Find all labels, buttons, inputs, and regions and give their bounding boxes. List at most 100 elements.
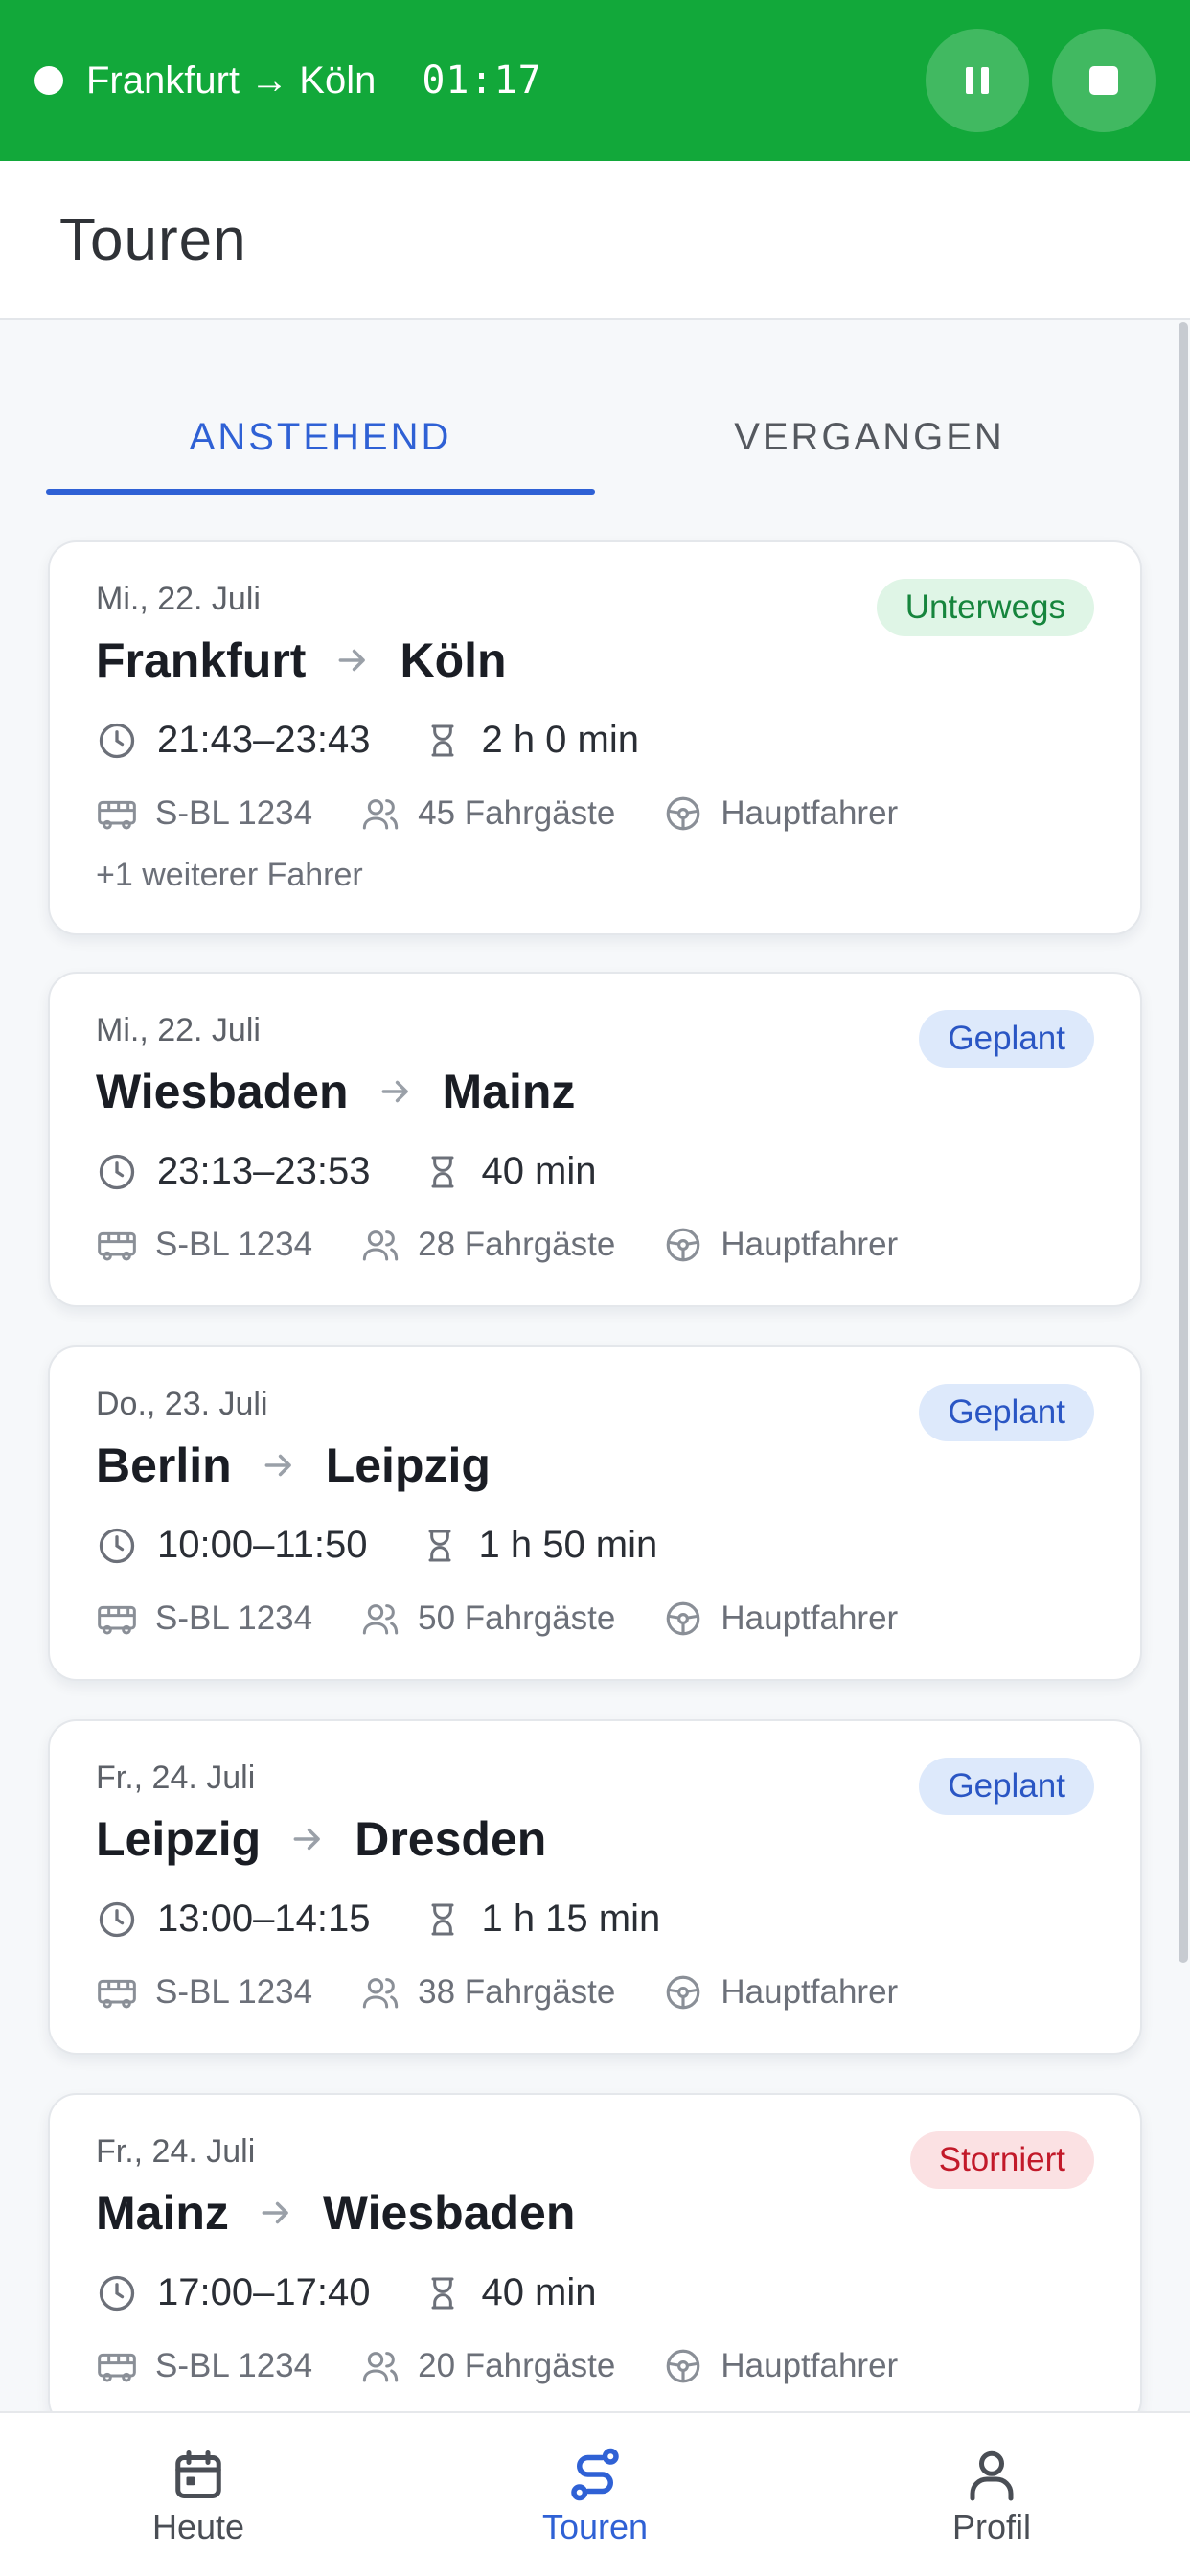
tour-time: 13:00–14:15 (157, 1898, 371, 1940)
hourglass-icon (423, 720, 462, 762)
tour-time-row: 13:00–14:15 1 h 15 min (96, 1898, 660, 1941)
tour-route: Berlin Leipzig (96, 1438, 491, 1493)
app-header: Touren (0, 161, 1190, 320)
pause-button[interactable] (926, 29, 1029, 132)
tab-upcoming[interactable]: ANSTEHEND (46, 380, 595, 494)
hourglass-icon (423, 1151, 462, 1193)
nav-item-tours[interactable]: Touren (397, 2413, 793, 2576)
scrollbar[interactable] (1179, 322, 1188, 1963)
arrow-right-icon (289, 1821, 326, 1857)
tour-vehicle: S-BL 1234 (155, 1973, 313, 2011)
extra-drivers: +1 weiterer Fahrer (96, 857, 363, 893)
nav-label-profile: Profil (951, 2507, 1032, 2546)
tour-time-row: 21:43–23:43 2 h 0 min (96, 719, 639, 762)
nav-item-today[interactable]: Heute (0, 2413, 397, 2576)
route-icon (571, 2448, 619, 2501)
clock-icon (96, 1898, 138, 1941)
tour-tabs: ANSTEHEND VERGANGEN (46, 380, 1144, 494)
tour-duration: 40 min (481, 1150, 597, 1192)
steering-wheel-icon (663, 2346, 703, 2386)
route-origin: Leipzig (96, 1812, 262, 1866)
bottom-navigation: Heute Touren Profil (0, 2411, 1190, 2576)
tour-role: Hauptfahrer (721, 1226, 899, 1263)
tour-passengers: 45 Fahrgäste (418, 794, 616, 832)
bus-icon (96, 1973, 138, 2012)
status-badge: Unterwegs (876, 579, 1094, 636)
status-badge: Geplant (919, 1384, 1094, 1441)
status-badge: Geplant (919, 1010, 1094, 1068)
tour-date: Mi., 22. Juli (96, 1012, 261, 1048)
tour-time: 10:00–11:50 (157, 1524, 368, 1566)
users-icon (360, 1226, 400, 1264)
tab-past[interactable]: VERGANGEN (595, 380, 1144, 494)
live-indicator-dot (34, 66, 63, 95)
tour-passengers: 50 Fahrgäste (418, 1599, 616, 1637)
tour-role: Hauptfahrer (721, 1973, 899, 2011)
stop-button[interactable] (1052, 29, 1156, 132)
tour-vehicle: S-BL 1234 (155, 794, 313, 832)
bus-icon (96, 1599, 138, 1638)
tour-route: Mainz Wiesbaden (96, 2185, 575, 2241)
users-icon (360, 1599, 400, 1638)
steering-wheel-icon (663, 1598, 703, 1639)
tour-duration: 1 h 15 min (481, 1898, 661, 1940)
tour-vehicle: S-BL 1234 (155, 1226, 313, 1263)
tour-details-row: S-BL 1234 20 Fahrgäste Hauptfahrer (96, 2346, 898, 2386)
tour-time-row: 10:00–11:50 1 h 50 min (96, 1524, 657, 1567)
tour-vehicle: S-BL 1234 (155, 2347, 313, 2384)
tour-route: Wiesbaden Mainz (96, 1064, 575, 1119)
bus-icon (96, 1226, 138, 1264)
tour-route: Frankfurt Köln (96, 632, 507, 688)
tour-date: Mi., 22. Juli (96, 581, 261, 617)
tour-card[interactable]: Fr., 24. Juli Storniert Mainz Wiesbaden … (48, 2093, 1142, 2411)
bus-icon (96, 2347, 138, 2385)
tour-card[interactable]: Do., 23. Juli Geplant Berlin Leipzig 10:… (48, 1346, 1142, 1681)
tour-card[interactable]: Mi., 22. Juli Geplant Wiesbaden Mainz 23… (48, 972, 1142, 1307)
tour-card[interactable]: Mi., 22. Juli Unterwegs Frankfurt Köln 2… (48, 540, 1142, 935)
pause-icon (966, 67, 989, 94)
tour-passengers: 20 Fahrgäste (418, 2347, 616, 2384)
nav-label-tours: Touren (541, 2507, 649, 2546)
status-badge: Geplant (919, 1758, 1094, 1815)
arrow-right-icon (378, 1073, 414, 1110)
tour-list-scroll-area[interactable]: ANSTEHEND VERGANGEN Mi., 22. Juli Unterw… (0, 322, 1190, 2411)
route-destination: Dresden (355, 1812, 547, 1866)
bus-icon (96, 794, 138, 833)
tour-route: Leipzig Dresden (96, 1811, 546, 1867)
clock-icon (96, 2272, 138, 2314)
tour-details-row: S-BL 1234 38 Fahrgäste Hauptfahrer (96, 1972, 898, 2012)
tour-duration: 2 h 0 min (481, 719, 639, 761)
steering-wheel-icon (663, 1225, 703, 1265)
nav-item-profile[interactable]: Profil (793, 2413, 1190, 2576)
active-trip-timer: 01:17 (422, 58, 542, 103)
tour-role: Hauptfahrer (721, 2347, 899, 2384)
users-icon (360, 794, 400, 833)
steering-wheel-icon (663, 794, 703, 834)
arrow-right-icon (261, 1447, 297, 1484)
active-trip-banner[interactable]: Frankfurt → Köln 01:17 (0, 0, 1190, 161)
tour-details-row: S-BL 1234 28 Fahrgäste Hauptfahrer (96, 1225, 898, 1265)
tour-date: Fr., 24. Juli (96, 2133, 256, 2170)
steering-wheel-icon (663, 1972, 703, 2012)
route-destination: Mainz (442, 1065, 576, 1118)
hourglass-icon (423, 2272, 462, 2314)
tour-date: Do., 23. Juli (96, 1386, 268, 1422)
hourglass-icon (423, 1898, 462, 1941)
route-destination: Köln (400, 633, 507, 687)
tour-duration: 40 min (481, 2271, 597, 2313)
route-destination: Leipzig (325, 1438, 491, 1492)
tour-vehicle: S-BL 1234 (155, 1599, 313, 1637)
tour-time: 17:00–17:40 (157, 2271, 371, 2313)
route-origin: Frankfurt (96, 633, 307, 687)
route-origin: Mainz (96, 2186, 229, 2240)
clock-icon (96, 1151, 138, 1193)
tour-card[interactable]: Fr., 24. Juli Geplant Leipzig Dresden 13… (48, 1719, 1142, 2055)
calendar-icon (175, 2450, 221, 2498)
tour-role: Hauptfahrer (721, 1599, 899, 1637)
arrow-right-icon (258, 2195, 294, 2231)
page-title: Touren (59, 206, 247, 273)
users-icon (360, 2347, 400, 2385)
tour-details-row: S-BL 1234 45 Fahrgäste Hauptfahrer (96, 794, 898, 834)
clock-icon (96, 720, 138, 762)
tour-passengers: 38 Fahrgäste (418, 1973, 616, 2011)
